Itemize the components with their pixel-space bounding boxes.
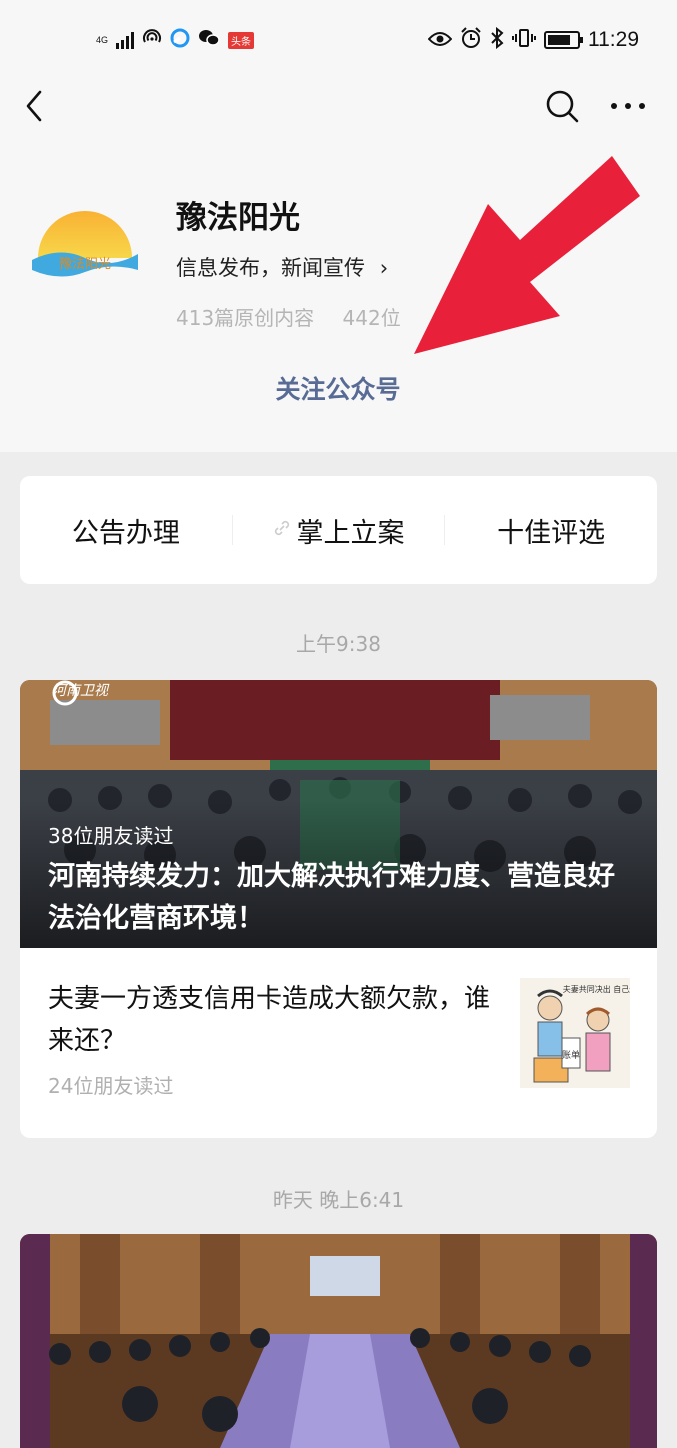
link-icon	[273, 519, 291, 542]
menu-item-label: 公告办理	[71, 517, 180, 549]
menu-item-filing[interactable]: 掌上立案	[233, 476, 445, 584]
friends-following: 442位	[342, 306, 401, 330]
main-article[interactable]: 河南卫视 38位朋友读过 河南持续发力：加大解决执行难力度、营造良好法治化营商环…	[20, 680, 657, 948]
more-dots-icon[interactable]	[608, 88, 648, 124]
main-article-title: 河南持续发力：加大解决执行难力度、营造良好法治化营商环境！	[48, 861, 615, 934]
thumb-label: 账单	[562, 1049, 580, 1061]
browser-icon	[170, 28, 190, 52]
alarm-icon	[460, 26, 482, 54]
sub-article-thumbnail: 账单 夫妻共同决出 自己还	[520, 978, 637, 1088]
menu-item-label: 十佳评选	[497, 517, 606, 549]
logo-text: 豫法阳光	[59, 257, 111, 272]
account-menu: 公告办理 掌上立案 十佳评选	[20, 476, 657, 584]
account-header: 4G 头条 11:29 豫法阳光 豫法阳光 信息发布，新闻宣传 › 413篇原创…	[0, 0, 677, 452]
toutiao-badge: 头条	[228, 31, 255, 49]
menu-item-label: 掌上立案	[296, 517, 405, 549]
feed-time: 昨天 晚上6:41	[272, 1188, 405, 1212]
eye-icon	[427, 28, 453, 52]
search-icon[interactable]	[544, 88, 580, 124]
status-left: 4G 头条	[96, 28, 255, 52]
status-bar: 4G 头条 11:29	[0, 0, 677, 76]
account-stats: 413篇原创内容 442位	[176, 302, 401, 331]
account-description[interactable]: 信息发布，新闻宣传 ›	[176, 252, 388, 282]
hotspot-icon	[142, 28, 162, 52]
bluetooth-icon	[490, 26, 504, 54]
account-name: 豫法阳光	[176, 200, 300, 236]
article-card	[20, 1234, 657, 1448]
meeting-photo	[20, 1234, 657, 1448]
status-right: 11:29	[427, 26, 639, 54]
sub-article-readers: 24位朋友读过	[48, 1074, 174, 1098]
account-logo[interactable]: 豫法阳光	[30, 196, 140, 286]
sub-article-title: 夫妻一方透支信用卡造成大额欠款，谁来还？	[48, 984, 491, 1056]
nav-bar	[0, 76, 677, 136]
article-card: 河南卫视 38位朋友读过 河南持续发力：加大解决执行难力度、营造良好法治化营商环…	[20, 680, 657, 1138]
chevron-left-icon[interactable]	[22, 88, 52, 124]
thumb-caption: 夫妻共同决出 自己还	[563, 984, 630, 994]
main-article[interactable]	[20, 1234, 657, 1448]
network-label: 4G	[96, 34, 109, 45]
vibrate-icon	[512, 28, 536, 53]
follow-button[interactable]: 关注公众号	[240, 370, 436, 410]
status-time: 11:29	[588, 28, 639, 51]
menu-item-announcement[interactable]: 公告办理	[20, 476, 232, 584]
tv-station-logo: 河南卫视	[52, 680, 182, 710]
main-article-readers: 38位朋友读过	[48, 824, 174, 848]
original-count: 413篇原创内容	[176, 306, 315, 330]
menu-item-awards[interactable]: 十佳评选	[445, 476, 657, 584]
battery-icon	[544, 31, 583, 49]
chevron-right-icon: ›	[379, 256, 389, 280]
account-description-text: 信息发布，新闻宣传	[176, 256, 365, 280]
feed-time: 上午9:38	[296, 632, 381, 656]
sub-article[interactable]: 夫妻一方透支信用卡造成大额欠款，谁来还？ 24位朋友读过 账单 夫妻共同决出 自…	[20, 948, 657, 1138]
signal-icon	[116, 31, 135, 49]
network-type: 4G	[96, 34, 109, 45]
wechat-icon	[198, 29, 220, 51]
